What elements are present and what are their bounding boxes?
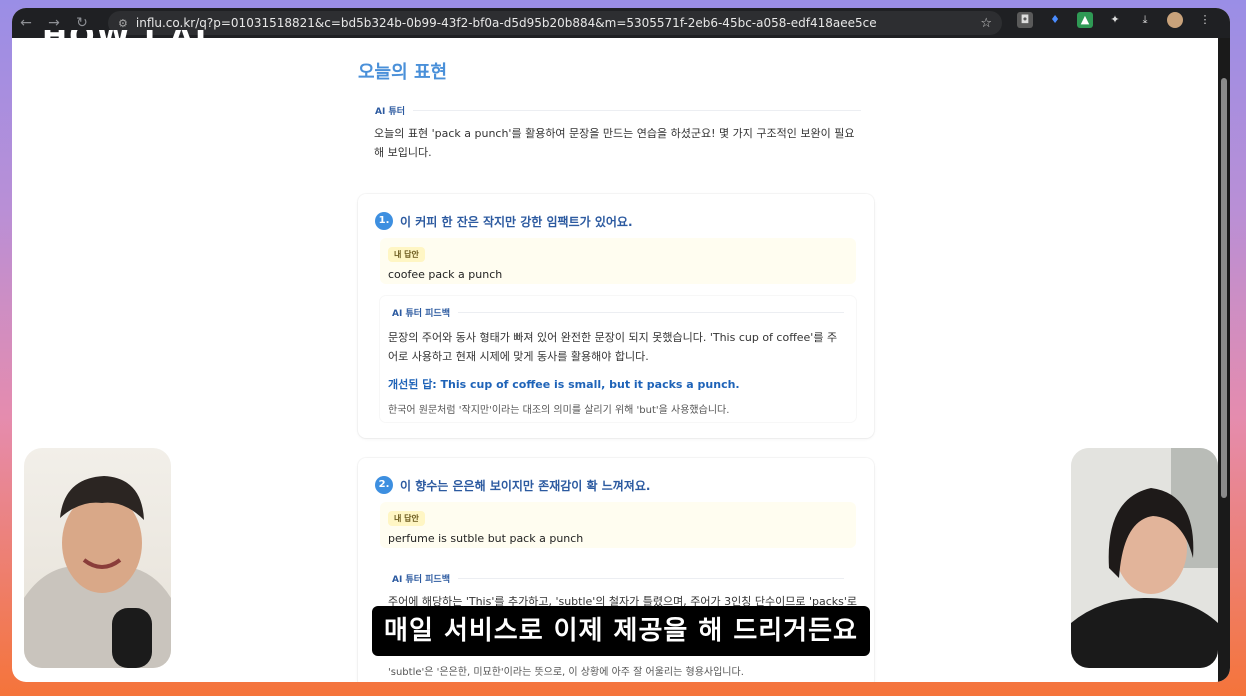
address-bar[interactable]: ⚙ influ.co.kr/q?p=01031518821&c=bd5b324b…: [108, 11, 1002, 35]
feedback-label: AI 튜터 피드백: [392, 572, 844, 585]
bookmark-star-icon[interactable]: ☆: [980, 16, 992, 31]
profile-avatar-icon[interactable]: [1167, 12, 1183, 28]
feedback-text: 문장의 주어와 동사 형태가 빠져 있어 완전한 문장이 되지 못했습니다. '…: [388, 331, 838, 363]
feedback-note: 'subtle'은 '은은한, 미묘한'이라는 뜻으로, 이 상황에 아주 잘 …: [388, 667, 744, 678]
tutor-intro-label: AI 튜터: [375, 104, 861, 117]
browser-window: ← → ↻ ⚙ influ.co.kr/q?p=01031518821&c=bd…: [12, 8, 1230, 682]
download-icon[interactable]: ⤓: [1137, 12, 1153, 28]
my-answer-box: 내 답안 perfume is sutble but pack a punch: [380, 502, 856, 548]
video-subtitle: 매일 서비스로 이제 제공을 해 드리거든요: [372, 606, 870, 656]
feedback-note: 한국어 원문처럼 '작지만'이라는 대조의 의미를 살리기 위해 'but'을 …: [388, 405, 730, 416]
drive-extension-icon[interactable]: ▲: [1077, 12, 1093, 28]
reload-icon[interactable]: ↻: [68, 15, 96, 31]
improved-answer: 개선된 답: This cup of coffee is small, but …: [388, 378, 740, 391]
url-text: influ.co.kr/q?p=01031518821&c=bd5b324b-0…: [135, 16, 877, 30]
question-header: 2. 이 향수는 은은해 보이지만 존재감이 확 느껴져요.: [375, 476, 650, 494]
shield-extension-icon[interactable]: ♦: [1047, 12, 1063, 28]
my-answer-text: coofee pack a punch: [388, 268, 503, 281]
question-card-1: 1. 이 커피 한 잔은 작지만 강한 임팩트가 있어요. 내 답안 coofe…: [358, 194, 874, 438]
my-answer-tag: 내 답안: [388, 247, 425, 262]
feedback-label: AI 튜터 피드백: [392, 306, 844, 319]
camera-extension-icon[interactable]: ◘: [1017, 12, 1033, 28]
webcam-host-left: [24, 448, 171, 668]
divider: [457, 312, 844, 313]
extensions-area: ◘ ♦ ▲ ✦ ⤓ ⋮: [1017, 12, 1213, 28]
question-header: 1. 이 커피 한 잔은 작지만 강한 임팩트가 있어요.: [375, 212, 633, 230]
feedback-label-text: AI 튜터 피드백: [392, 309, 450, 319]
divider: [457, 578, 844, 579]
webcam-guest-right: [1071, 448, 1218, 668]
question-number-badge: 2.: [375, 476, 393, 494]
question-prompt: 이 향수는 은은해 보이지만 존재감이 확 느껴져요.: [400, 478, 651, 493]
tutor-label-text: AI 튜터: [375, 107, 406, 117]
page-scrollbar[interactable]: [1218, 38, 1230, 682]
person-right-illustration: [1071, 448, 1218, 668]
menu-kebab-icon[interactable]: ⋮: [1197, 12, 1213, 28]
back-icon[interactable]: ←: [12, 15, 40, 31]
question-number-badge: 1.: [375, 212, 393, 230]
my-answer-text: perfume is sutble but pack a punch: [388, 532, 584, 545]
my-answer-tag: 내 답안: [388, 511, 425, 526]
person-left-illustration: [24, 476, 171, 668]
divider: [413, 110, 861, 111]
channel-logo: HOW I AI: [42, 30, 208, 42]
puzzle-extension-icon[interactable]: ✦: [1107, 12, 1123, 28]
scrollbar-thumb[interactable]: [1221, 78, 1227, 498]
feedback-block: AI 튜터 피드백 문장의 주어와 동사 형태가 빠져 있어 완전한 문장이 되…: [380, 296, 856, 422]
question-prompt: 이 커피 한 잔은 작지만 강한 임팩트가 있어요.: [400, 214, 633, 229]
forward-icon[interactable]: →: [40, 15, 68, 31]
site-settings-icon[interactable]: ⚙: [118, 17, 128, 30]
my-answer-box: 내 답안 coofee pack a punch: [380, 238, 856, 284]
page-title: 오늘의 표현: [358, 62, 448, 83]
tutor-intro-text: 오늘의 표현 'pack a punch'를 활용하여 문장을 만드는 연습을 …: [374, 127, 855, 159]
feedback-label-text: AI 튜터 피드백: [392, 575, 450, 585]
tutor-intro-card: AI 튜터 오늘의 표현 'pack a punch'를 활용하여 문장을 만드…: [358, 94, 874, 176]
